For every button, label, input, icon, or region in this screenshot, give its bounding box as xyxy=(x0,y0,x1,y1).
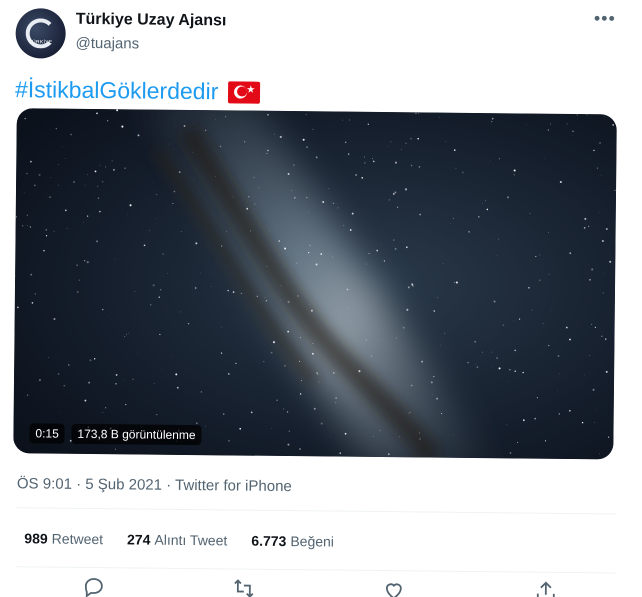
hashtag-link[interactable]: #İstikbalGöklerdedir xyxy=(15,76,219,105)
quote-tweet-stat[interactable]: 274 Alıntı Tweet xyxy=(127,531,227,548)
reply-icon[interactable] xyxy=(82,575,106,597)
tweet-timestamp[interactable]: ÖS 9:01 · 5 Şub 2021 · Twitter for iPhon… xyxy=(17,475,292,495)
avatar[interactable]: TÜRKİYE xyxy=(15,8,66,59)
retweet-icon[interactable] xyxy=(232,576,256,597)
tweet-stats: 989 Retweet 274 Alıntı Tweet 6.773 Beğeni xyxy=(24,530,334,549)
like-count: 6.773 xyxy=(251,532,287,550)
more-options-icon[interactable]: ••• xyxy=(594,8,616,29)
like-icon[interactable] xyxy=(382,578,406,597)
turkey-flag-icon: ★ xyxy=(228,80,261,104)
tweet-text: #İstikbalGöklerdedir ★ xyxy=(15,76,261,106)
divider xyxy=(16,566,617,574)
milky-way-video-frame xyxy=(13,108,617,460)
share-icon[interactable] xyxy=(534,580,558,597)
retweet-label: Retweet xyxy=(51,530,104,548)
divider xyxy=(16,507,617,515)
like-stat[interactable]: 6.773 Beğeni xyxy=(251,533,334,550)
like-label: Beğeni xyxy=(290,533,335,550)
video-player[interactable]: 0:15 173,8 B görüntülenme xyxy=(13,108,617,460)
retweet-count: 989 xyxy=(24,530,48,547)
author-display-name[interactable]: Türkiye Uzay Ajansı xyxy=(76,11,227,31)
video-view-count: 173,8 B görüntülenme xyxy=(71,423,202,446)
action-bar xyxy=(0,574,636,597)
author-handle[interactable]: @tuajans xyxy=(75,35,139,53)
quote-tweet-count: 274 xyxy=(126,531,151,548)
avatar-text: TÜRKİYE xyxy=(28,39,53,46)
tweet-card: TÜRKİYE Türkiye Uzay Ajansı @tuajans •••… xyxy=(0,0,642,597)
quote-tweet-label: Alıntı Tweet xyxy=(154,531,228,549)
retweet-stat[interactable]: 989 Retweet xyxy=(24,530,103,547)
video-duration: 0:15 xyxy=(29,423,65,444)
